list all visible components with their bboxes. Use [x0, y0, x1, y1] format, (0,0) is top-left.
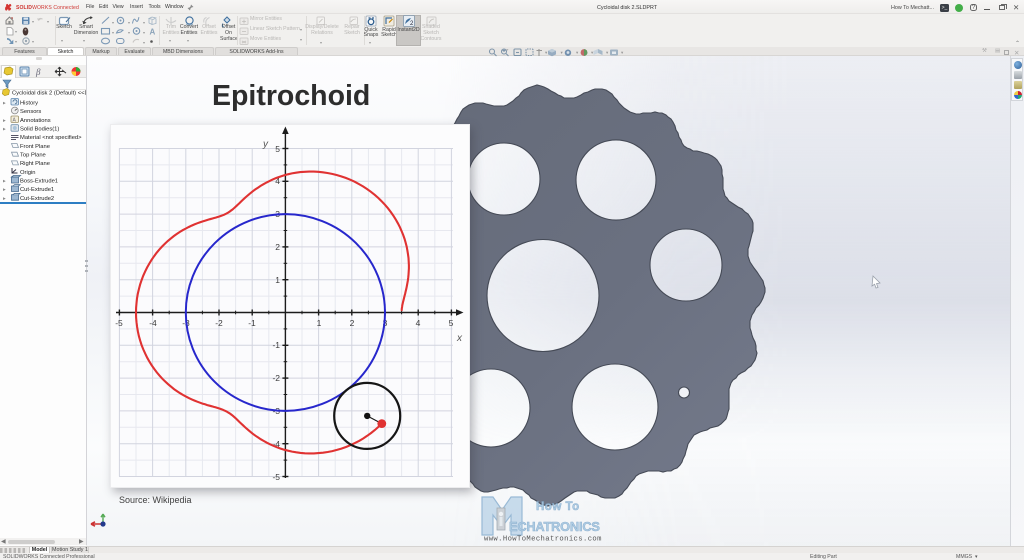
svg-text:β: β	[35, 67, 41, 77]
svg-text:Top Plane: Top Plane	[20, 152, 46, 158]
svg-text:4: 4	[416, 318, 421, 328]
svg-text:Front Plane: Front Plane	[20, 143, 50, 149]
svg-text:5: 5	[275, 144, 280, 154]
svg-text:Cut-Extrude1: Cut-Extrude1	[20, 187, 54, 193]
svg-text:Cut-Extrude2: Cut-Extrude2	[20, 195, 54, 201]
svg-text:▾: ▾	[576, 50, 579, 55]
svg-text:2: 2	[275, 242, 280, 252]
svg-text:▾: ▾	[561, 50, 564, 55]
svg-text:2: 2	[350, 318, 355, 328]
svg-text:Annotations: Annotations	[20, 117, 51, 123]
svg-text:-5: -5	[115, 318, 123, 328]
svg-text:▸: ▸	[3, 178, 6, 184]
svg-text:▾: ▾	[545, 50, 548, 55]
svg-text:▾: ▾	[606, 50, 609, 55]
svg-text:-2: -2	[272, 373, 280, 383]
svg-text:▸: ▸	[3, 195, 6, 201]
svg-text:▸: ▸	[3, 126, 6, 132]
svg-text:Right Plane: Right Plane	[20, 161, 50, 167]
svg-text:▾: ▾	[621, 50, 624, 55]
svg-text:Material <not specified>: Material <not specified>	[20, 135, 82, 141]
svg-text:www.HowToMechatronics.com: www.HowToMechatronics.com	[484, 536, 602, 544]
svg-text:How To: How To	[536, 501, 580, 513]
svg-text:Sensors: Sensors	[20, 109, 41, 115]
svg-text:-5: -5	[272, 472, 280, 482]
svg-text:-1: -1	[272, 340, 280, 350]
svg-text:A: A	[150, 28, 156, 37]
svg-text:Boss-Extrude1: Boss-Extrude1	[20, 178, 58, 184]
svg-text:▸: ▸	[3, 100, 6, 106]
svg-text:x: x	[456, 333, 463, 344]
svg-text:ECHATRONICS: ECHATRONICS	[509, 519, 600, 534]
svg-text:y: y	[262, 139, 269, 150]
svg-text:History: History	[20, 100, 38, 106]
svg-text:Origin: Origin	[20, 169, 35, 175]
svg-text:▸: ▸	[3, 187, 6, 193]
svg-text:Solid Bodies(1): Solid Bodies(1)	[20, 126, 59, 132]
svg-text:5: 5	[449, 318, 454, 328]
svg-text:-4: -4	[149, 318, 157, 328]
svg-text:1: 1	[275, 275, 280, 285]
svg-text:▸: ▸	[3, 117, 6, 123]
svg-text:Cycloidal disk 2 (Default) <<D: Cycloidal disk 2 (Default) <<Defaul	[12, 90, 86, 96]
svg-text:-1: -1	[248, 318, 256, 328]
svg-text:1: 1	[317, 318, 322, 328]
svg-text:-2: -2	[215, 318, 223, 328]
